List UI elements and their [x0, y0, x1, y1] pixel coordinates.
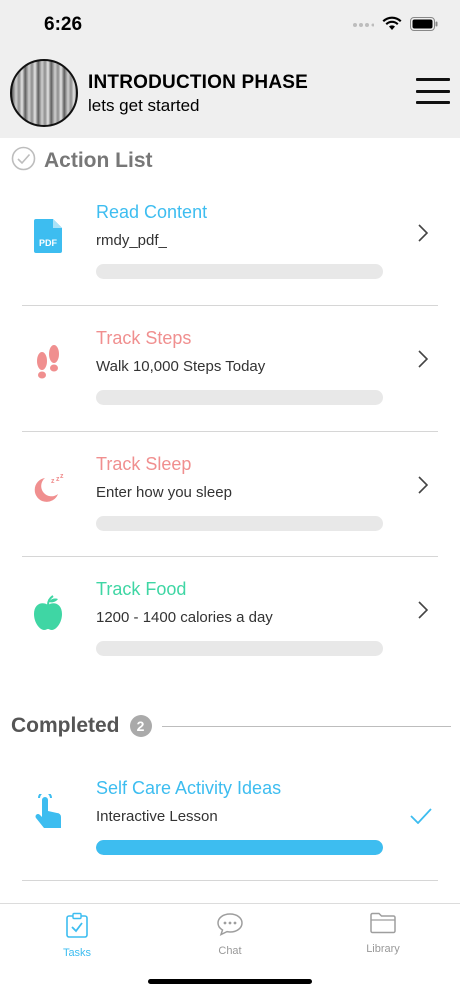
folder-icon — [369, 912, 397, 939]
task-title: Track Sleep — [96, 454, 192, 474]
footprints-icon — [30, 344, 66, 380]
apple-icon — [30, 595, 66, 631]
battery-icon — [410, 16, 438, 36]
chat-icon — [216, 912, 244, 941]
status-bar: 6:26 — [0, 0, 460, 50]
avatar[interactable] — [10, 59, 78, 127]
task-title: Track Food — [96, 579, 187, 599]
task-title: Track Steps — [96, 328, 192, 348]
tap-hand-icon — [30, 794, 66, 830]
progress-bar — [96, 641, 383, 656]
task-subtitle: rmdy_pdf_ — [96, 232, 167, 249]
action-list-heading: Action List — [11, 146, 153, 176]
status-time: 6:26 — [44, 14, 83, 35]
home-indicator — [148, 979, 312, 984]
progress-bar-fill — [96, 840, 383, 855]
divider — [161, 725, 451, 727]
chevron-right-icon[interactable] — [418, 224, 429, 247]
hamburger-menu-icon[interactable] — [416, 78, 450, 104]
task-subtitle: 1200 - 1400 calories a day — [96, 609, 273, 626]
page-subtitle: lets get started — [88, 96, 200, 115]
tab-label: Library — [366, 943, 400, 955]
pdf-icon: PDF — [30, 218, 66, 254]
svg-text:PDF: PDF — [39, 238, 58, 248]
completed-title: Completed — [11, 714, 120, 737]
tab-chat[interactable]: Chat — [190, 912, 270, 962]
phase-header: INTRODUCTION PHASE lets get started — [0, 50, 460, 138]
task-track-sleep[interactable]: zzz Track Sleep Enter how you sleep — [0, 432, 460, 557]
page-title: INTRODUCTION PHASE — [88, 72, 308, 93]
tasks-icon — [65, 912, 89, 943]
task-track-steps[interactable]: Track Steps Walk 10,000 Steps Today — [0, 306, 460, 431]
chevron-right-icon[interactable] — [418, 476, 429, 499]
task-self-care-activity-ideas[interactable]: Self Care Activity Ideas Interactive Les… — [0, 756, 460, 881]
chevron-right-icon[interactable] — [418, 350, 429, 373]
divider — [22, 880, 438, 881]
tab-library[interactable]: Library — [343, 912, 423, 962]
progress-bar — [96, 264, 383, 279]
tab-label: Chat — [218, 945, 242, 957]
chevron-right-icon[interactable] — [418, 601, 429, 624]
task-subtitle: Walk 10,000 Steps Today — [96, 358, 266, 375]
task-read-content[interactable]: PDF Read Content rmdy_pdf_ — [0, 180, 460, 305]
cellular-signal-icon — [352, 17, 375, 35]
completed-heading: Completed 2 — [11, 714, 451, 738]
progress-bar — [96, 840, 383, 855]
svg-text:z: z — [51, 478, 55, 485]
task-subtitle: Interactive Lesson — [96, 808, 218, 825]
task-title: Read Content — [96, 202, 208, 222]
tab-tasks[interactable]: Tasks — [37, 912, 117, 962]
completed-count-badge: 2 — [129, 715, 152, 737]
sleep-moon-icon: zzz — [30, 470, 66, 506]
task-subtitle: Enter how you sleep — [96, 484, 232, 501]
progress-bar — [96, 516, 383, 531]
task-track-food[interactable]: Track Food 1200 - 1400 calories a day — [0, 557, 460, 682]
svg-text:z: z — [60, 473, 64, 480]
check-circle-icon — [11, 146, 36, 176]
status-icons — [352, 16, 438, 36]
section-title: Action List — [44, 149, 153, 172]
wifi-icon — [382, 16, 402, 36]
tab-label: Tasks — [62, 947, 92, 959]
task-title: Self Care Activity Ideas — [96, 778, 282, 798]
checkmark-icon — [410, 808, 432, 829]
progress-bar — [96, 390, 383, 405]
